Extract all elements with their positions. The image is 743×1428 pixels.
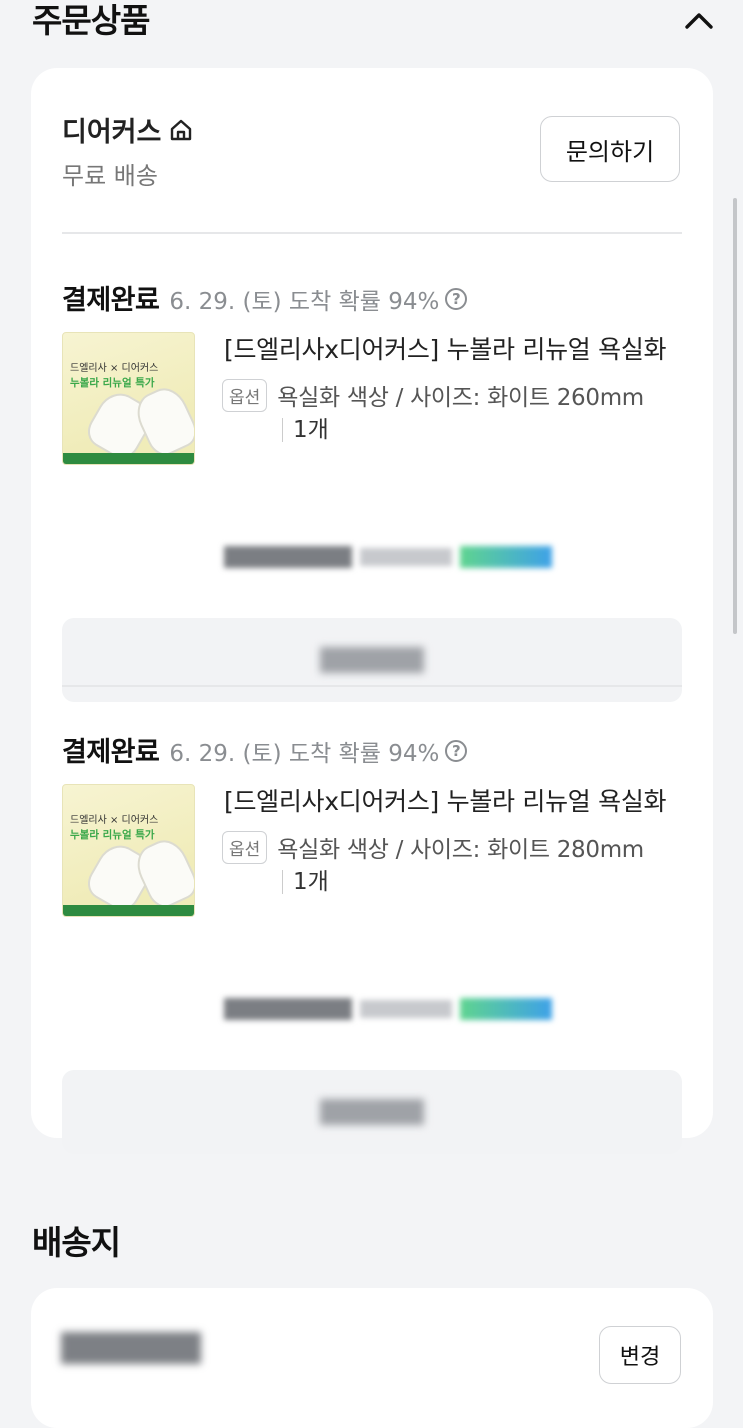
redacted-block [224, 546, 352, 568]
store-home-icon [171, 119, 192, 140]
redacted-label [320, 1099, 424, 1125]
seller-link[interactable]: 디어커스 [62, 110, 195, 149]
delivery-eta: 6. 29. (토) 도착 확률 94% ? [169, 282, 468, 316]
item-action-button[interactable] [62, 1070, 682, 1154]
divider [62, 232, 682, 234]
status-label: 결제완료 [62, 737, 160, 768]
collapse-button[interactable] [683, 4, 715, 36]
redacted-recipient [61, 1332, 201, 1364]
option-tag: 옵션 [222, 830, 268, 864]
option-row: 옵션 욕실화 색상 / 사이즈: 화이트 260mm [222, 378, 644, 412]
thumbnail-headline: 누볼라 리뉴얼 특가 [70, 829, 155, 841]
status-line: 결제완료 6. 29. (토) 도착 확률 94% ? [62, 278, 468, 317]
inquiry-button[interactable]: 문의하기 [540, 116, 680, 182]
quantity: 1개 [282, 870, 329, 894]
redacted-label [320, 647, 424, 673]
quantity: 1개 [282, 418, 329, 442]
thumbnail-caption: 드엘리사 × 디어커스 [70, 815, 159, 826]
seller-name: 디어커스 [62, 117, 162, 148]
status-label: 결제완료 [62, 285, 160, 316]
question-circle-icon[interactable]: ? [445, 740, 468, 762]
item-action-button[interactable] [62, 618, 682, 702]
product-name[interactable]: [드엘리사x디어커스] 누볼라 리뉴얼 욕실화 [224, 330, 684, 366]
product-thumbnail[interactable]: 드엘리사 × 디어커스 누볼라 리뉴얼 특가 [62, 332, 195, 465]
redacted-block [224, 998, 352, 1020]
thumbnail-footer-bar [63, 905, 194, 916]
option-tag: 옵션 [222, 378, 268, 412]
order-item: 결제완료 6. 29. (토) 도착 확률 94% ? 드엘리사 × 디어커스 … [62, 278, 684, 702]
order-item: 결제완료 6. 29. (토) 도착 확률 94% ? 드엘리사 × 디어커스 … [62, 730, 684, 1154]
thumbnail-footer-bar [63, 453, 194, 464]
product-thumbnail[interactable]: 드엘리사 × 디어커스 누볼라 리뉴얼 특가 [62, 784, 195, 917]
option-text: 욕실화 색상 / 사이즈: 화이트 260mm [277, 385, 644, 411]
thumbnail-headline: 누볼라 리뉴얼 특가 [70, 377, 155, 389]
shipping-note: 무료 배송 [62, 162, 158, 190]
order-card: 디어커스 무료 배송 문의하기 결제완료 6. 29. (토) 도착 확률 94… [31, 68, 713, 1154]
scrollbar[interactable] [733, 198, 737, 634]
slipper-image [129, 381, 194, 461]
redacted-block [360, 548, 452, 566]
price-redacted [224, 998, 552, 1020]
question-circle-icon[interactable]: ? [445, 288, 468, 310]
redacted-block [360, 1000, 452, 1018]
address-title: 배송지 [32, 1223, 121, 1262]
redacted-block [460, 998, 552, 1020]
delivery-eta-text: 6. 29. (토) 도착 확률 94% [169, 289, 440, 315]
redacted-block [460, 546, 552, 568]
change-address-button[interactable]: 변경 [599, 1326, 681, 1384]
option-text: 욕실화 색상 / 사이즈: 화이트 280mm [277, 837, 644, 863]
divider [62, 685, 682, 687]
slipper-image [129, 833, 194, 913]
orders-title: 주문상품 [32, 1, 150, 40]
delivery-eta: 6. 29. (토) 도착 확률 94% ? [169, 734, 468, 768]
address-card: 변경 [31, 1288, 713, 1428]
delivery-eta-text: 6. 29. (토) 도착 확률 94% [169, 741, 440, 767]
status-line: 결제완료 6. 29. (토) 도착 확률 94% ? [62, 730, 468, 769]
product-name[interactable]: [드엘리사x디어커스] 누볼라 리뉴얼 욕실화 [224, 782, 684, 818]
option-row: 옵션 욕실화 색상 / 사이즈: 화이트 280mm [222, 830, 644, 864]
chevron-up-icon [685, 13, 713, 29]
thumbnail-caption: 드엘리사 × 디어커스 [70, 363, 159, 374]
price-redacted [224, 546, 552, 568]
